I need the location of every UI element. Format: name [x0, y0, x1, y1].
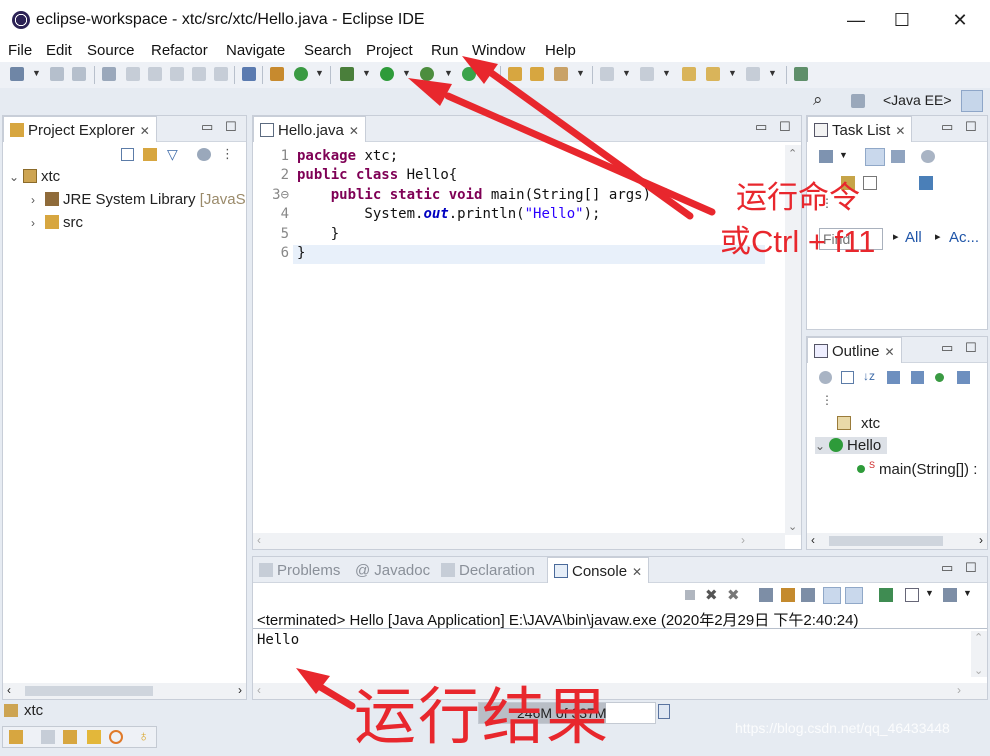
- arrowhead-icon: [408, 78, 452, 106]
- arrow-to-run-button: [444, 92, 716, 216]
- annotation-run-result: 运行结果: [354, 683, 611, 752]
- annotation-shortcut: 或Ctrl + f11: [720, 224, 876, 259]
- annotation-arrows: [296, 56, 716, 710]
- arrow-to-run-menu: [486, 68, 694, 220]
- arrowhead-icon: [462, 56, 498, 84]
- annotation-run-command: 运行命令: [736, 180, 860, 215]
